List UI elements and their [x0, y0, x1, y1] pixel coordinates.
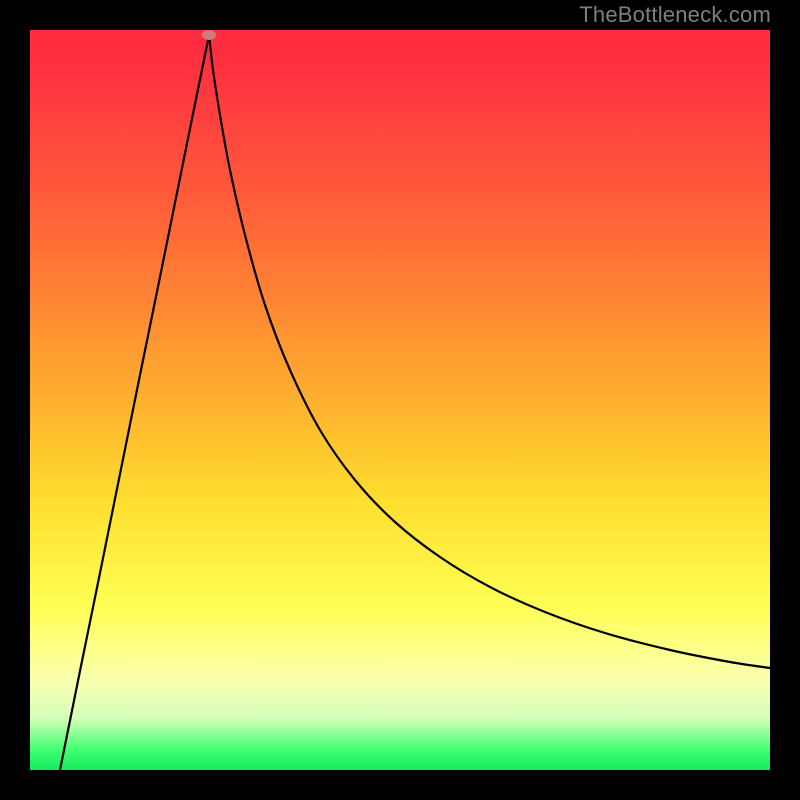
- chart-frame: TheBottleneck.com: [0, 0, 800, 800]
- watermark-text: TheBottleneck.com: [579, 2, 771, 28]
- plot-area: [30, 30, 770, 770]
- bottleneck-curve: [30, 30, 770, 770]
- curve-minimum-marker: [202, 30, 216, 40]
